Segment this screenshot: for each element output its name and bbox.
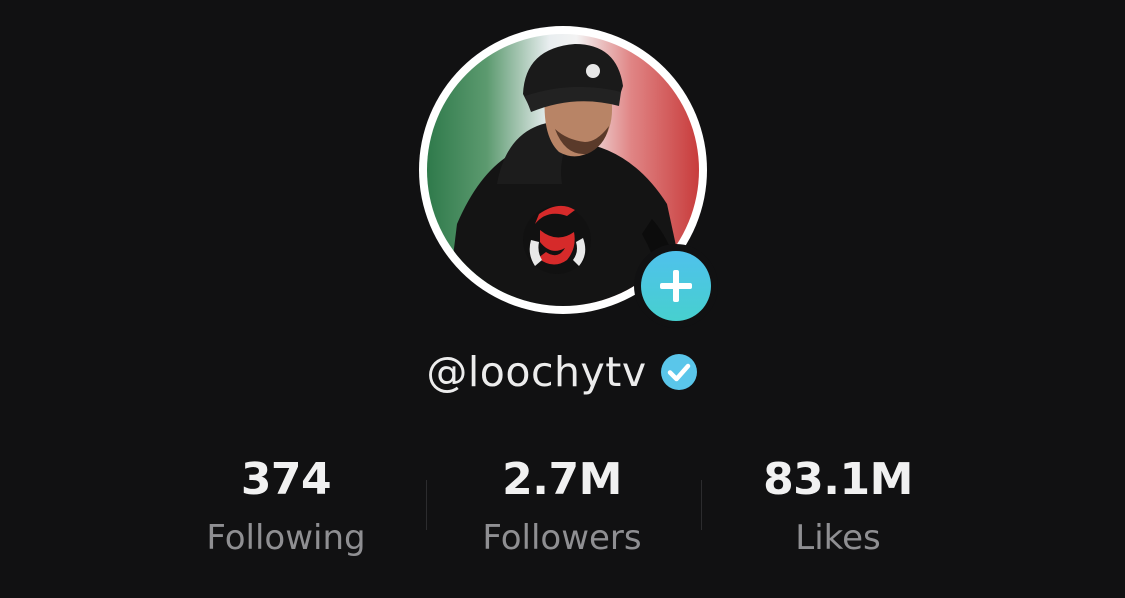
verified-check-icon (660, 354, 697, 390)
stat-following[interactable]: 374 Following (156, 450, 416, 562)
add-follow-button-circle[interactable] (641, 251, 711, 321)
divider (426, 480, 427, 530)
stat-followers[interactable]: 2.7M Followers (432, 450, 692, 562)
plus-icon (660, 270, 692, 302)
followers-count: 2.7M (502, 454, 622, 505)
following-count: 374 (240, 454, 332, 505)
likes-count: 83.1M (763, 454, 913, 505)
username-row: @loochytv (0, 340, 1125, 404)
add-follow-button[interactable] (634, 244, 718, 328)
followers-label: Followers (482, 518, 642, 558)
likes-label: Likes (795, 518, 881, 558)
username: @loochytv (426, 348, 647, 396)
following-label: Following (206, 518, 366, 558)
stat-likes[interactable]: 83.1M Likes (708, 450, 968, 562)
divider (701, 480, 702, 530)
